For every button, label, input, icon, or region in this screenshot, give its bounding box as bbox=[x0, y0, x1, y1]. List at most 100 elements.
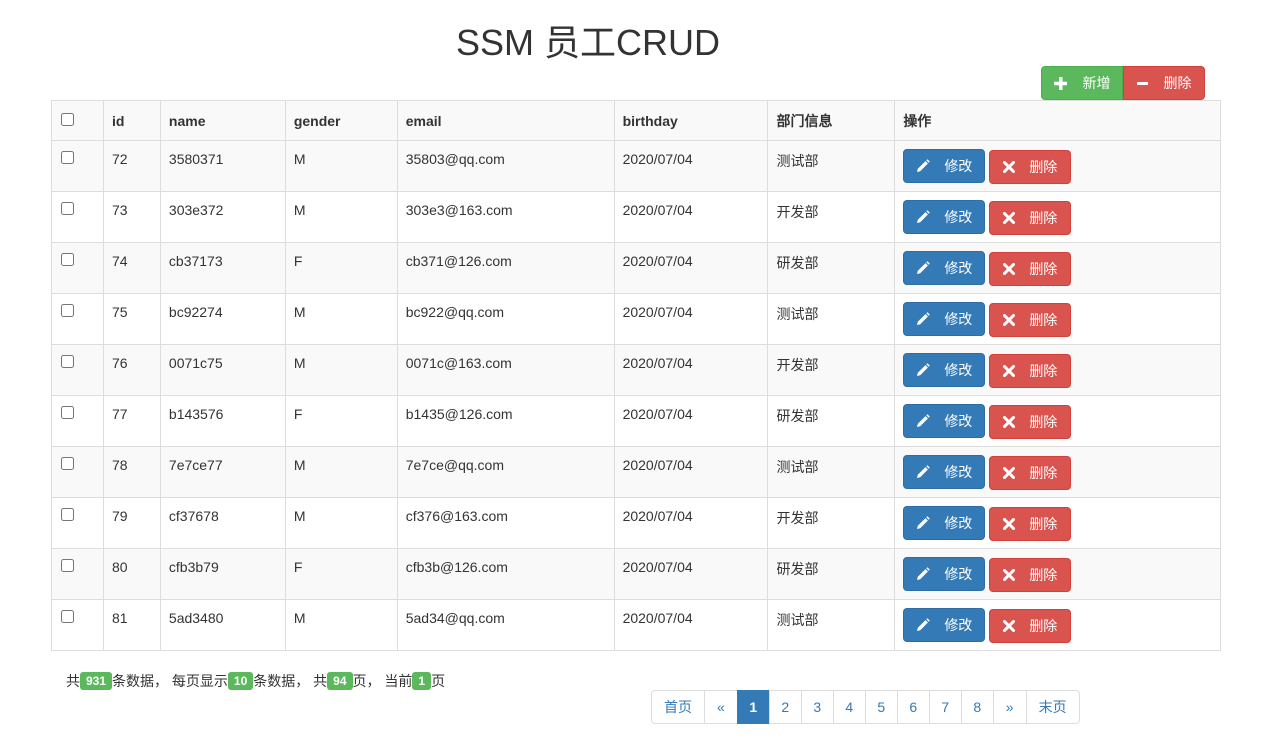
cell-email: cb371@126.com bbox=[396, 242, 615, 294]
row-checkbox[interactable] bbox=[61, 406, 74, 419]
edit-button[interactable]: 修改 bbox=[903, 455, 986, 489]
page-link[interactable]: 7 bbox=[928, 690, 962, 724]
header-actions: 操作 bbox=[894, 100, 1221, 141]
row-checkbox[interactable] bbox=[61, 151, 74, 164]
table-row: 79 cf37678 Mcf376@163.com 2020/07/04 开发部 修改 删除 bbox=[51, 497, 1221, 549]
delete-button[interactable]: 删除 bbox=[989, 252, 1072, 286]
cell-id: 81 bbox=[102, 599, 161, 651]
page-info-text: 页， 当前 bbox=[352, 673, 413, 689]
row-checkbox[interactable] bbox=[61, 559, 74, 572]
edit-button[interactable]: 修改 bbox=[903, 149, 986, 183]
row-checkbox[interactable] bbox=[61, 202, 74, 215]
row-select-cell bbox=[51, 242, 104, 294]
row-checkbox[interactable] bbox=[61, 355, 74, 368]
header-gender: gender bbox=[284, 100, 398, 141]
edit-button[interactable]: 修改 bbox=[903, 506, 986, 540]
delete-button[interactable]: 删除 bbox=[989, 507, 1072, 541]
cell-gender: M bbox=[284, 191, 398, 243]
cell-email: 7e7ce@qq.com bbox=[396, 446, 615, 498]
delete-button[interactable]: 删除 bbox=[989, 456, 1072, 490]
cell-gender: M bbox=[284, 497, 398, 549]
cell-email: b1435@126.com bbox=[396, 395, 615, 447]
cell-birthday: 2020/07/04 bbox=[613, 599, 769, 651]
delete-button-label: 删除 bbox=[1029, 261, 1058, 277]
page-link[interactable]: 4 bbox=[832, 690, 866, 724]
page-link[interactable]: 3 bbox=[800, 690, 834, 724]
edit-button[interactable]: 修改 bbox=[903, 302, 986, 336]
edit-button-label: 修改 bbox=[944, 464, 973, 480]
pencil-icon bbox=[916, 465, 931, 479]
delete-button[interactable]: 删除 bbox=[989, 558, 1072, 592]
cell-name: b143576 bbox=[159, 395, 286, 447]
add-button-label: 新增 bbox=[1082, 75, 1111, 91]
table-header-row: id name gender email birthday 部门信息 操作 bbox=[51, 100, 1221, 141]
cell-gender: F bbox=[284, 242, 398, 294]
page-link[interactable]: 8 bbox=[960, 690, 994, 724]
cell-email: cfb3b@126.com bbox=[396, 548, 615, 600]
row-select-cell bbox=[51, 191, 104, 243]
select-all-checkbox[interactable] bbox=[61, 112, 74, 126]
delete-button[interactable]: 删除 bbox=[989, 150, 1072, 184]
table-row: 73 303e372 M 303e3@163.com 2020/07/04 开发部 修改 删除 bbox=[51, 191, 1221, 243]
batch-delete-button[interactable]: 删除 bbox=[1123, 66, 1205, 100]
page-link[interactable]: 6 bbox=[896, 690, 930, 724]
cell-birthday: 2020/07/04 bbox=[613, 140, 769, 192]
cell-name: 3580371 bbox=[159, 140, 286, 192]
cell-department: 测试部 bbox=[767, 293, 896, 345]
edit-button[interactable]: 修改 bbox=[903, 251, 986, 285]
minus-icon bbox=[1136, 78, 1148, 89]
table-row: 76 0071c75 M 0071c@163.com 2020/07/04 开发部 修改 删除 bbox=[51, 344, 1221, 396]
total-records-badge: 931 bbox=[80, 672, 113, 690]
page-info-text: 条数据， 每页显示 bbox=[112, 673, 228, 689]
delete-button[interactable]: 删除 bbox=[989, 201, 1072, 235]
row-checkbox[interactable] bbox=[61, 253, 74, 266]
cell-email: 35803@qq.com bbox=[396, 140, 615, 192]
row-actions: 修改 删除 bbox=[894, 140, 1221, 192]
edit-button-label: 修改 bbox=[944, 362, 973, 378]
cell-name: 7e7ce77 bbox=[159, 446, 286, 498]
delete-button[interactable]: 删除 bbox=[989, 303, 1072, 337]
cell-gender: M bbox=[284, 599, 398, 651]
row-checkbox[interactable] bbox=[61, 610, 74, 623]
row-select-cell bbox=[51, 395, 104, 447]
edit-button[interactable]: 修改 bbox=[903, 353, 986, 387]
cell-email: 303e3@163.com bbox=[396, 191, 615, 243]
row-select-cell bbox=[51, 548, 104, 600]
delete-button-label: 删除 bbox=[1029, 159, 1058, 175]
first-page-link[interactable]: 首页 bbox=[651, 690, 705, 724]
next-page-link[interactable]: » bbox=[992, 690, 1027, 724]
cell-id: 77 bbox=[102, 395, 161, 447]
row-checkbox[interactable] bbox=[61, 457, 74, 470]
delete-button-label: 删除 bbox=[1029, 465, 1058, 481]
row-checkbox[interactable] bbox=[61, 508, 74, 521]
cell-department: 开发部 bbox=[767, 497, 896, 549]
cell-birthday: 2020/07/04 bbox=[613, 395, 769, 447]
row-checkbox[interactable] bbox=[61, 304, 74, 317]
pencil-icon bbox=[916, 159, 931, 173]
add-employee-button[interactable]: 新增 bbox=[1041, 66, 1123, 100]
edit-button[interactable]: 修改 bbox=[903, 404, 986, 438]
page-link[interactable]: 1 bbox=[736, 690, 770, 724]
pencil-icon bbox=[916, 210, 931, 224]
last-page-link[interactable]: 末页 bbox=[1025, 690, 1080, 724]
page-link[interactable]: 2 bbox=[768, 690, 802, 724]
delete-button[interactable]: 删除 bbox=[989, 405, 1072, 439]
prev-page-link[interactable]: « bbox=[704, 690, 738, 724]
page-info: 共 931 条数据， 每页显示 10 条数据， 共 94 页， 当前 1 页 bbox=[66, 671, 445, 691]
edit-button[interactable]: 修改 bbox=[903, 200, 986, 234]
employee-table: id name gender email birthday 部门信息 操作 72… bbox=[51, 100, 1221, 651]
remove-icon bbox=[1003, 518, 1016, 530]
delete-button[interactable]: 删除 bbox=[989, 609, 1072, 643]
page-info-text: 共 bbox=[66, 673, 80, 689]
cell-department: 测试部 bbox=[767, 599, 896, 651]
edit-button[interactable]: 修改 bbox=[903, 557, 986, 591]
header-id: id bbox=[102, 100, 161, 141]
cell-gender: M bbox=[284, 446, 398, 498]
cell-gender: F bbox=[284, 395, 398, 447]
page-title: SSM 员工CRUD bbox=[455, 22, 720, 63]
table-row: 75 bc92274 Mbc922@qq.com 2020/07/04 测试部 修改 删除 bbox=[51, 293, 1221, 345]
delete-button[interactable]: 删除 bbox=[989, 354, 1072, 388]
edit-button[interactable]: 修改 bbox=[903, 608, 986, 642]
page-link[interactable]: 5 bbox=[864, 690, 898, 724]
row-actions: 修改 删除 bbox=[894, 548, 1221, 600]
